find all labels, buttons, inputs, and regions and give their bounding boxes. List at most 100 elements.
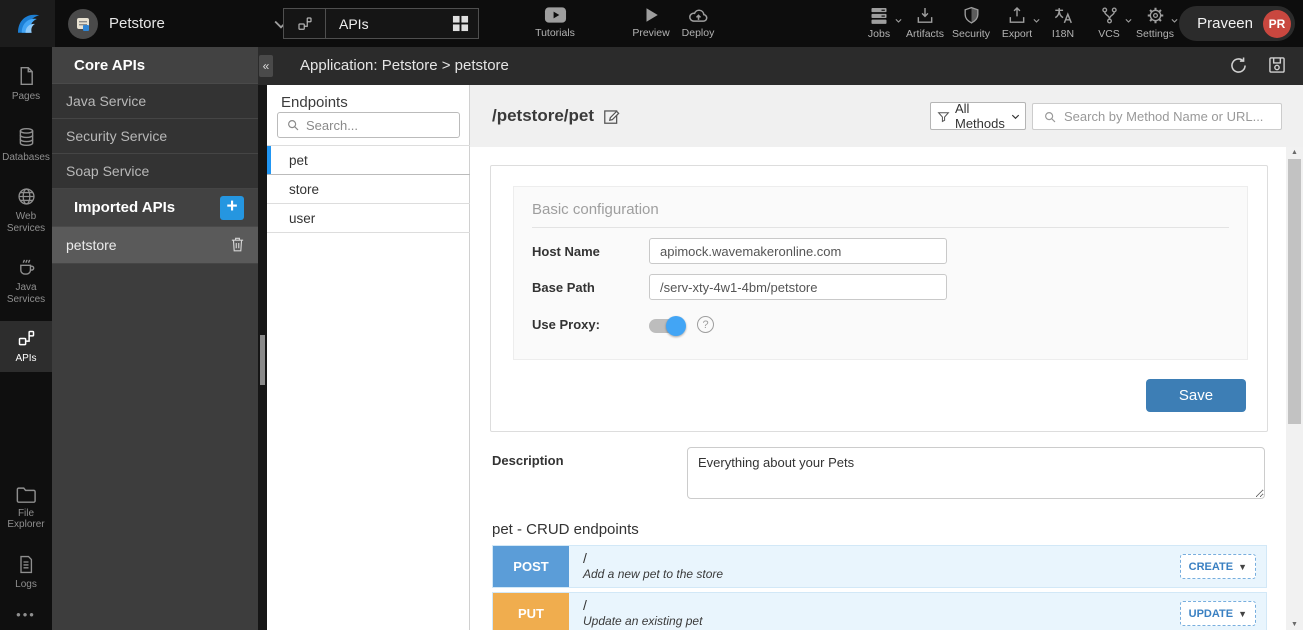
basic-configuration-panel: Basic configuration Host Name Base Path … — [513, 186, 1248, 360]
youtube-icon — [544, 6, 567, 24]
wave-logo-icon — [13, 9, 43, 39]
vertical-scrollbar[interactable]: ▲ ▼ — [1286, 147, 1303, 630]
help-icon[interactable]: ? — [697, 316, 714, 333]
method-badge: PUT — [493, 593, 569, 630]
save-button[interactable]: Save — [1146, 379, 1246, 412]
sidebar-item-web-services[interactable]: Web Services — [0, 179, 52, 241]
trash-icon[interactable] — [230, 236, 245, 253]
scroll-down-arrow[interactable]: ▼ — [1286, 621, 1303, 628]
shield-icon — [962, 6, 981, 25]
scroll-up-arrow[interactable]: ▲ — [1286, 149, 1303, 156]
preview-button[interactable]: Preview — [628, 6, 674, 39]
chevron-down-icon — [1010, 111, 1021, 122]
breadcrumb-bar: « Application: Petstore > petstore — [258, 47, 1303, 85]
use-proxy-label: Use Proxy: — [532, 317, 649, 332]
jobs-button[interactable]: Jobs — [856, 6, 902, 40]
main-header: /petstore/pet All Methods — [470, 85, 1303, 147]
chevron-down-icon: ▼ — [1238, 609, 1247, 619]
description-field[interactable]: Everything about your Pets — [687, 447, 1265, 499]
coffee-cup-icon — [16, 257, 37, 278]
sidebar-item-soap-service[interactable]: Soap Service — [52, 154, 258, 189]
wavemaker-logo[interactable] — [0, 0, 55, 47]
grid-icon — [452, 15, 469, 32]
host-name-field[interactable] — [649, 238, 947, 264]
user-menu[interactable]: Praveen PR — [1179, 6, 1295, 41]
sidebar-scroll-thumb[interactable] — [260, 335, 265, 385]
use-proxy-toggle[interactable] — [649, 319, 683, 333]
search-icon — [1043, 110, 1057, 124]
sidebar-item-java-service[interactable]: Java Service — [52, 84, 258, 119]
left-nav: Pages Databases Web Services — [0, 47, 52, 630]
breadcrumb: Application: Petstore > petstore — [300, 57, 509, 74]
settings-button[interactable]: Settings — [1132, 6, 1178, 40]
method-search[interactable] — [1032, 103, 1282, 130]
filter-icon — [937, 110, 950, 123]
database-icon — [16, 126, 37, 148]
gear-icon — [1146, 6, 1165, 25]
project-avatar — [68, 9, 98, 39]
user-name: Praveen — [1197, 15, 1253, 32]
main-scroll-area: Basic configuration Host Name Base Path … — [470, 147, 1303, 630]
save-icon[interactable] — [1267, 55, 1287, 76]
endpoints-search-input[interactable] — [306, 118, 436, 133]
edit-icon[interactable] — [602, 107, 621, 126]
i18n-button[interactable]: I18N — [1040, 6, 1086, 40]
update-action-dropdown[interactable]: UPDATE ▼ — [1180, 601, 1256, 626]
sidebar-item-pages[interactable]: Pages — [0, 58, 52, 110]
deploy-button[interactable]: Deploy — [676, 6, 720, 39]
server-stack-icon — [869, 6, 889, 25]
main-content: /petstore/pet All Methods — [470, 85, 1303, 630]
base-path-field[interactable] — [649, 274, 947, 300]
endpoint-item-store[interactable]: store — [267, 175, 470, 204]
play-icon — [642, 6, 660, 24]
sidebar-item-java-services[interactable]: Java Services — [0, 250, 52, 312]
endpoint-item-user[interactable]: user — [267, 204, 470, 233]
sidebar-item-security-service[interactable]: Security Service — [52, 119, 258, 154]
scroll-thumb[interactable] — [1288, 159, 1301, 424]
project-name: Petstore — [109, 15, 165, 32]
sidebar-item-logs[interactable]: Logs — [0, 547, 52, 598]
core-apis-header: Core APIs — [52, 47, 258, 84]
toolbar-right: Jobs Artifacts Security — [856, 6, 1178, 40]
export-button[interactable]: Export — [994, 6, 1040, 40]
sidebar-item-petstore[interactable]: petstore — [52, 227, 258, 264]
service-type-selector[interactable]: APIs — [283, 8, 479, 39]
toggle-knob — [666, 316, 686, 336]
project-switcher[interactable]: Petstore — [68, 0, 291, 47]
sidebar-item-databases[interactable]: Databases — [0, 119, 52, 171]
vcs-button[interactable]: VCS — [1086, 6, 1132, 40]
more-options-button[interactable]: ••• — [0, 597, 52, 630]
download-icon — [915, 6, 935, 25]
add-api-button[interactable]: + — [220, 196, 244, 220]
create-action-dropdown[interactable]: CREATE ▼ — [1180, 554, 1256, 579]
endpoint-summary[interactable]: / Update an existing pet — [569, 593, 1180, 630]
artifacts-button[interactable]: Artifacts — [902, 6, 948, 40]
sidebar-collapse-button[interactable]: « — [259, 55, 273, 77]
host-name-label: Host Name — [532, 244, 649, 259]
cloud-upload-icon — [688, 6, 709, 24]
sidebar-scrollbar[interactable] — [258, 85, 267, 630]
search-icon — [286, 118, 300, 132]
imported-apis-header: Imported APIs + — [52, 189, 258, 227]
refresh-icon[interactable] — [1228, 55, 1249, 76]
git-branch-icon — [1100, 6, 1119, 25]
api-nodes-icon — [284, 9, 326, 38]
panel-title: Basic configuration — [532, 201, 1229, 218]
top-bar: Petstore APIs — [0, 0, 1303, 47]
security-button[interactable]: Security — [948, 6, 994, 40]
page-icon — [16, 65, 37, 87]
log-file-icon — [16, 554, 36, 575]
sidebar-item-apis[interactable]: APIs — [0, 321, 52, 372]
methods-filter-dropdown[interactable]: All Methods — [930, 102, 1026, 130]
chevron-down-icon — [1170, 16, 1179, 25]
endpoint-item-pet[interactable]: pet — [267, 146, 470, 175]
endpoint-summary[interactable]: / Add a new pet to the store — [569, 546, 1180, 587]
tutorials-button[interactable]: Tutorials — [527, 6, 583, 39]
method-search-input[interactable] — [1064, 109, 1264, 124]
chevron-down-icon: ▼ — [1238, 562, 1247, 572]
endpoints-list: pet store user — [267, 145, 470, 233]
endpoints-search[interactable] — [277, 112, 460, 138]
method-badge: POST — [493, 546, 569, 587]
app-window: Petstore APIs — [0, 0, 1303, 630]
sidebar-item-file-explorer[interactable]: File Explorer — [0, 477, 52, 538]
